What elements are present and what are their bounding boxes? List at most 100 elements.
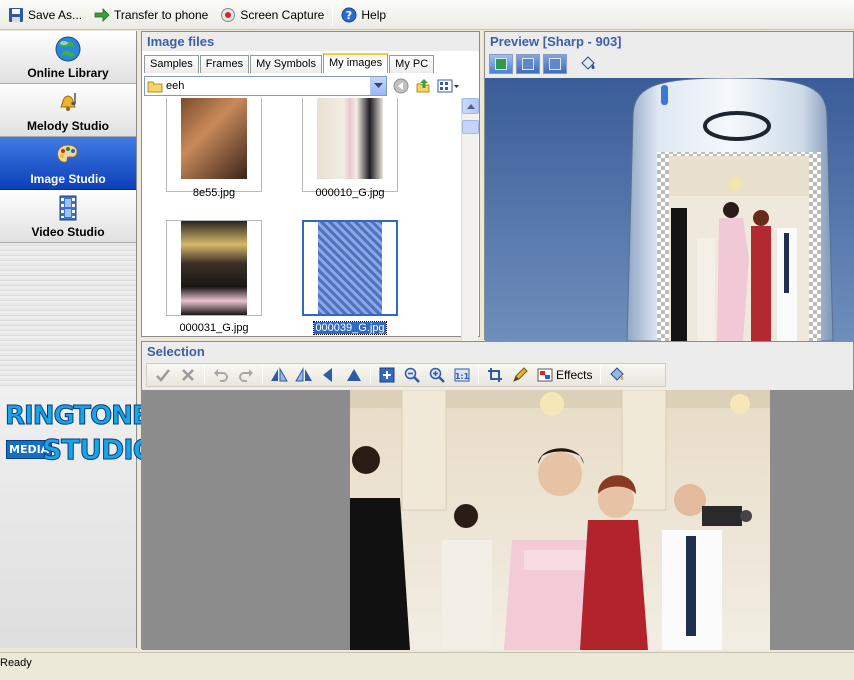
check-icon (156, 369, 170, 382)
transfer-to-phone-button[interactable]: Transfer to phone (88, 3, 214, 27)
screen-icon (495, 58, 507, 70)
photo (317, 98, 383, 179)
toolbar-separator (478, 366, 479, 384)
phone-mockup (626, 78, 834, 341)
scroll-up-button[interactable] (462, 98, 479, 114)
folder-dropdown-button[interactable] (370, 77, 386, 95)
undo-button[interactable] (209, 364, 233, 386)
fit-to-screen-button[interactable] (375, 364, 399, 386)
thumbnail-grid: 8e55.jpg 000010_G.jpg 000031_G.jpg 00003… (144, 98, 462, 368)
draw-button[interactable] (508, 364, 532, 386)
redo-button[interactable] (234, 364, 258, 386)
photo (181, 221, 247, 315)
thumbnail[interactable] (302, 98, 398, 192)
transfer-label: Transfer to phone (114, 7, 209, 22)
tab-my-pc[interactable]: My PC (389, 55, 435, 73)
sidebar-item-label: Video Studio (31, 225, 105, 239)
actual-size-icon: 1:1 (454, 368, 470, 382)
screen-capture-button[interactable]: Screen Capture (214, 3, 330, 27)
sidebar-item-image-studio[interactable]: Image Studio (0, 137, 136, 190)
actual-size-button[interactable]: 1:1 (450, 364, 474, 386)
paint-bucket-icon (610, 367, 625, 381)
record-icon (221, 7, 236, 22)
folder-select[interactable]: eeh (144, 76, 387, 96)
sidebar-item-online-library[interactable]: Online Library (0, 31, 136, 84)
fill-button[interactable] (605, 364, 629, 386)
image-files-title: Image files (142, 32, 479, 51)
crop-button[interactable] (483, 364, 507, 386)
status-text: Ready (0, 657, 32, 669)
file-name-label: 8e55.jpg (192, 187, 236, 199)
redo-icon (239, 369, 253, 382)
effects-label: Effects (556, 368, 593, 382)
selected-photo (350, 390, 770, 650)
flip-horizontal-alt-icon (295, 367, 312, 382)
main-toolbar: Save As... Transfer to phone Screen Capt… (0, 0, 854, 30)
save-as-label: Save As... (28, 7, 83, 22)
preview-mode-2-button[interactable] (516, 54, 540, 74)
help-label: Help (361, 7, 387, 22)
preview-title: Preview [Sharp - 903] (485, 32, 853, 51)
back-arrow-icon[interactable] (393, 78, 409, 94)
selection-title: Selection (142, 342, 853, 361)
rotate-button[interactable] (342, 364, 366, 386)
green-arrow-right-icon (94, 7, 110, 22)
sidebar-item-video-studio[interactable]: Video Studio (0, 190, 136, 243)
pencil-icon (513, 367, 528, 382)
thumbnail-scrollbar[interactable] (461, 98, 479, 368)
preview-panel: Preview [Sharp - 903] (484, 31, 854, 341)
effects-icon (537, 368, 553, 382)
close-icon (182, 369, 194, 381)
floppy-disk-icon (9, 7, 23, 22)
preview-toolbar (489, 53, 598, 75)
thumbnail-selected[interactable] (302, 220, 398, 316)
sidebar-item-melody-studio[interactable]: Melody Studio (0, 84, 136, 137)
effects-button[interactable]: Effects (533, 364, 596, 386)
zoom-out-icon (404, 367, 420, 383)
svg-text:?: ? (346, 9, 352, 22)
zoom-in-icon (429, 367, 445, 383)
preview-mode-3-button[interactable] (543, 54, 567, 74)
view-mode-icon[interactable] (437, 78, 459, 94)
tab-samples[interactable]: Samples (144, 55, 199, 73)
flip-vertical-button[interactable] (317, 364, 341, 386)
sidebar-item-label: Image Studio (30, 172, 106, 186)
toolbar-separator (204, 366, 205, 384)
toolbar-separator (262, 366, 263, 384)
ringtone-media-studio-logo: RINGTONE MEDIA STUDIO (0, 387, 157, 648)
undo-icon (214, 369, 228, 382)
sidebar: Online Library Melody Studio Image Studi… (0, 31, 157, 648)
folder-icon (147, 81, 163, 93)
flip-vertical-icon (323, 368, 332, 382)
tab-my-symbols[interactable]: My Symbols (250, 55, 322, 73)
tab-my-images[interactable]: My images (322, 53, 389, 73)
cancel-button[interactable] (176, 364, 200, 386)
selection-canvas[interactable] (142, 390, 854, 650)
scroll-thumb[interactable] (462, 120, 479, 134)
selection-toolbar: 1:1 Effects (146, 363, 666, 387)
logo-line-3: STUDIO (41, 433, 156, 467)
zoom-out-button[interactable] (400, 364, 424, 386)
help-button[interactable]: ? Help (335, 3, 392, 27)
screen-icon (549, 58, 561, 70)
flip-horizontal-alt-button[interactable] (292, 364, 316, 386)
chevron-down-icon (374, 83, 383, 88)
thumbnail[interactable] (166, 98, 262, 192)
zoom-in-button[interactable] (425, 364, 449, 386)
flip-horizontal-button[interactable] (267, 364, 291, 386)
status-bar: Ready (0, 652, 854, 680)
thumbnail[interactable] (166, 220, 262, 316)
tab-frames[interactable]: Frames (199, 55, 250, 73)
apply-button[interactable] (151, 364, 175, 386)
paint-bucket-icon[interactable] (578, 55, 598, 73)
preview-mode-1-button[interactable] (489, 54, 513, 74)
folder-name: eeh (166, 80, 185, 92)
file-name-label-selected[interactable]: 000039_G.jpg (285, 321, 415, 335)
rotate-icon (347, 369, 361, 381)
folder-up-icon[interactable] (415, 78, 431, 94)
sidebar-item-label: Online Library (27, 66, 109, 80)
chevron-up-icon (466, 103, 475, 109)
sidebar-item-label: Melody Studio (27, 119, 109, 133)
save-as-button[interactable]: Save As... (2, 3, 88, 27)
logo-line-1: RINGTONE (5, 401, 151, 432)
